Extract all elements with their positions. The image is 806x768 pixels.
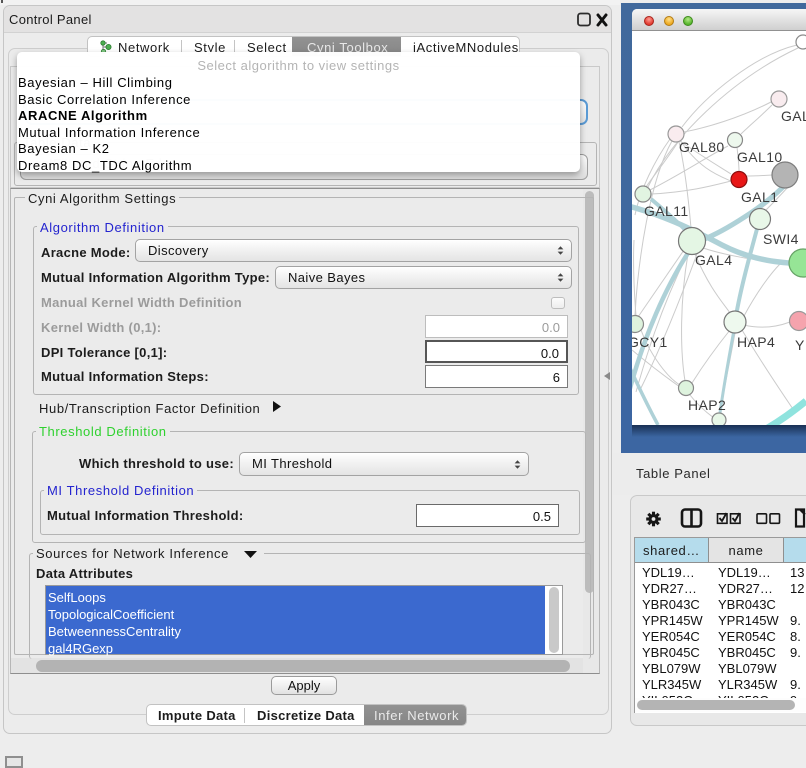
svg-text:GAL10: GAL10 <box>737 149 783 165</box>
svg-text:SWI4: SWI4 <box>763 231 799 247</box>
svg-text:HAP2: HAP2 <box>688 397 726 413</box>
svg-text:GCY1: GCY1 <box>632 334 668 350</box>
svg-text:GAL80: GAL80 <box>679 139 725 155</box>
svg-text:GAL1: GAL1 <box>741 189 778 205</box>
svg-text:GAL2: GAL2 <box>781 108 806 124</box>
svg-text:GAL4: GAL4 <box>695 252 732 268</box>
svg-text:Y: Y <box>795 337 805 353</box>
svg-text:GAL11: GAL11 <box>644 203 689 219</box>
svg-text:HAP4: HAP4 <box>737 334 775 350</box>
